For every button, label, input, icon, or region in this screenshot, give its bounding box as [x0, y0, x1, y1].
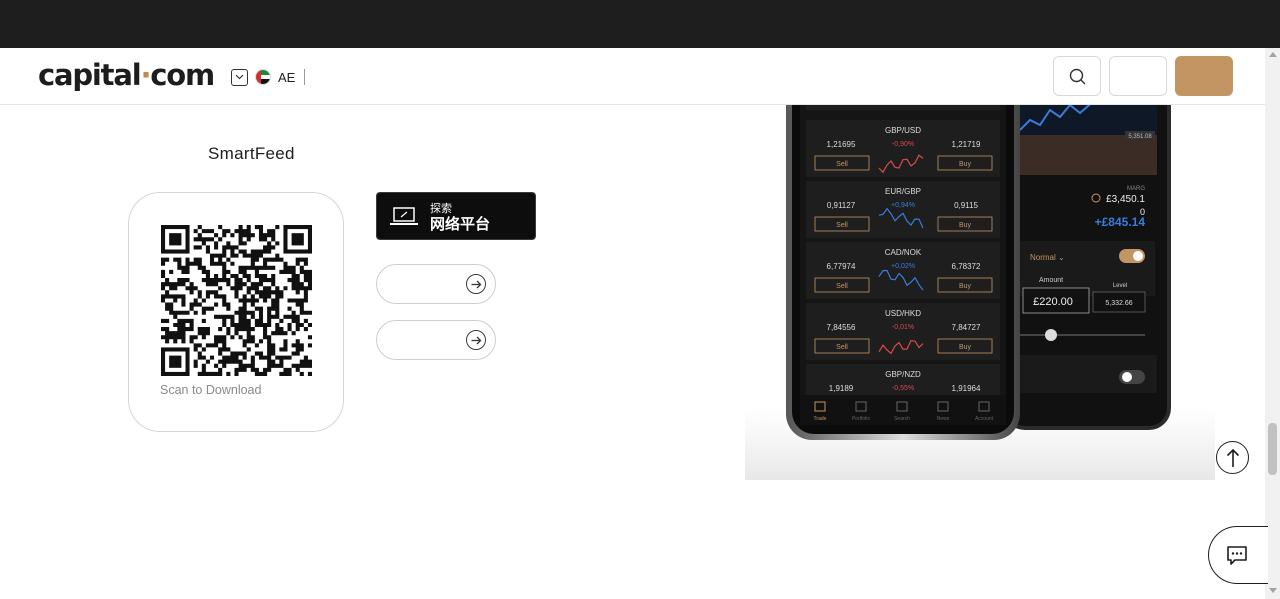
back-phone: 5,351.08 MARG £3,450.1 0 +£845.14 Normal… [1003, 105, 1171, 430]
chevron-down-icon[interactable] [231, 68, 248, 86]
region-selector[interactable]: AE [231, 67, 306, 87]
svg-text:Buy: Buy [959, 222, 972, 229]
page-scrollbar[interactable] [1265, 48, 1280, 599]
browser-top-bar [0, 0, 1280, 48]
pair-buy-price: 7,84727 [952, 323, 981, 332]
logo-text-capital: capital [38, 58, 142, 92]
app-store-button[interactable] [376, 264, 496, 304]
nav-label: Search [894, 416, 910, 422]
back-to-top-button[interactable] [1216, 441, 1249, 474]
svg-text:Buy: Buy [959, 283, 972, 290]
front-phone: GBP/USD-0,90%1,21695 1,21719Sell BuyEUR/GB… [786, 105, 1020, 440]
pair-buy-price: 1,91964 [952, 384, 981, 393]
svg-text:Amount: Amount [1039, 277, 1063, 284]
pair-name: GBP/USD [885, 126, 921, 135]
qr-download-card: Scan to Download [128, 192, 344, 432]
pair-sell-price: 6,77974 [827, 262, 856, 271]
nav-label: Portfolio [852, 416, 871, 422]
currency-pair-row: GBP/USD -0,90% 1,21695 1,21719 Sell Buy [806, 120, 1000, 177]
currency-pair-row: EUR/GBP +0,94% 0,91127 0,9115 Sell Buy [806, 181, 1000, 238]
scroll-down-arrow-icon[interactable] [1269, 588, 1277, 593]
pair-sell-price: 7,84556 [827, 323, 856, 332]
site-header: capital·com AE [0, 48, 1265, 105]
svg-text:Buy: Buy [959, 344, 972, 351]
currency-pair-row: CAD/NOK +0,02% 6,77974 6,78372 Sell Buy [806, 242, 1000, 299]
arrow-right-circle-icon [466, 274, 486, 294]
svg-text:5,351.08: 5,351.08 [1128, 134, 1152, 140]
search-button[interactable] [1053, 56, 1101, 96]
svg-text:Sell: Sell [836, 283, 848, 290]
svg-text:Level: Level [1113, 283, 1127, 289]
qr-code [161, 225, 312, 376]
nav-label: News [937, 416, 950, 422]
pair-sell-price: 1,21695 [827, 140, 856, 149]
svg-text:Sell: Sell [836, 344, 848, 351]
svg-text:5,332.66: 5,332.66 [1105, 300, 1132, 307]
svg-text:MARG: MARG [1127, 186, 1145, 192]
pair-buy-price: 1,21719 [952, 140, 981, 149]
nav-label: Account [975, 416, 994, 422]
uae-flag-icon [255, 69, 271, 85]
search-icon [1069, 68, 1085, 84]
google-play-button[interactable] [376, 320, 496, 360]
pair-sell-price: 0,91127 [827, 201, 856, 210]
svg-text:£220.00: £220.00 [1033, 296, 1073, 308]
chat-bubble-icon [1227, 545, 1247, 565]
pair-buy-price: 0,9115 [954, 201, 978, 210]
svg-text:Buy: Buy [959, 161, 972, 168]
pair-change: +0,94% [891, 202, 915, 209]
currency-pair-row: USD/HKD -0,01% 7,84556 7,84727 Sell Buy [806, 303, 1000, 360]
region-code: AE [278, 69, 296, 85]
laptop-icon [390, 207, 418, 225]
arrow-right-circle-icon [466, 330, 486, 350]
pair-change: -0,90% [892, 141, 914, 148]
chat-button[interactable] [1208, 526, 1268, 584]
explore-web-platform-button[interactable]: 探索 网络平台 [376, 192, 536, 240]
explore-label-large: 网络平台 [430, 216, 491, 233]
scrollbar-thumb[interactable] [1268, 423, 1277, 475]
pair-change: +0,02% [891, 263, 915, 270]
svg-text:+£845.14: +£845.14 [1095, 215, 1146, 229]
pair-name: USD/HKD [885, 309, 921, 318]
pair-change: -0,01% [892, 324, 914, 331]
pair-sell-price: 1,9189 [829, 384, 854, 393]
capital-com-logo[interactable]: capital·com [38, 58, 215, 92]
scroll-up-arrow-icon[interactable] [1269, 52, 1277, 57]
divider [304, 69, 306, 85]
smartfeed-title: SmartFeed [208, 144, 295, 163]
svg-text:Sell: Sell [836, 222, 848, 229]
svg-text:Sell: Sell [836, 161, 848, 168]
nav-label: Trade [814, 416, 827, 422]
pair-name: GBP/NZD [885, 370, 921, 379]
pair-name: EUR/GBP [885, 187, 921, 196]
pair-buy-price: 6,78372 [952, 262, 981, 271]
mobile-app-mockup: 5,351.08 MARG £3,450.1 0 +£845.14 Normal… [745, 105, 1215, 480]
qr-caption: Scan to Download [160, 383, 262, 397]
sign-up-button[interactable] [1175, 56, 1233, 96]
svg-text:£3,450.1: £3,450.1 [1106, 194, 1145, 205]
svg-text:Normal ⌄: Normal ⌄ [1030, 253, 1065, 262]
pair-name: CAD/NOK [885, 248, 922, 257]
logo-dot: · [140, 58, 151, 92]
arrow-up-icon [1226, 448, 1239, 467]
logo-text-com: com [150, 58, 215, 92]
pair-change: -0,55% [892, 385, 914, 392]
login-button[interactable] [1109, 56, 1167, 96]
